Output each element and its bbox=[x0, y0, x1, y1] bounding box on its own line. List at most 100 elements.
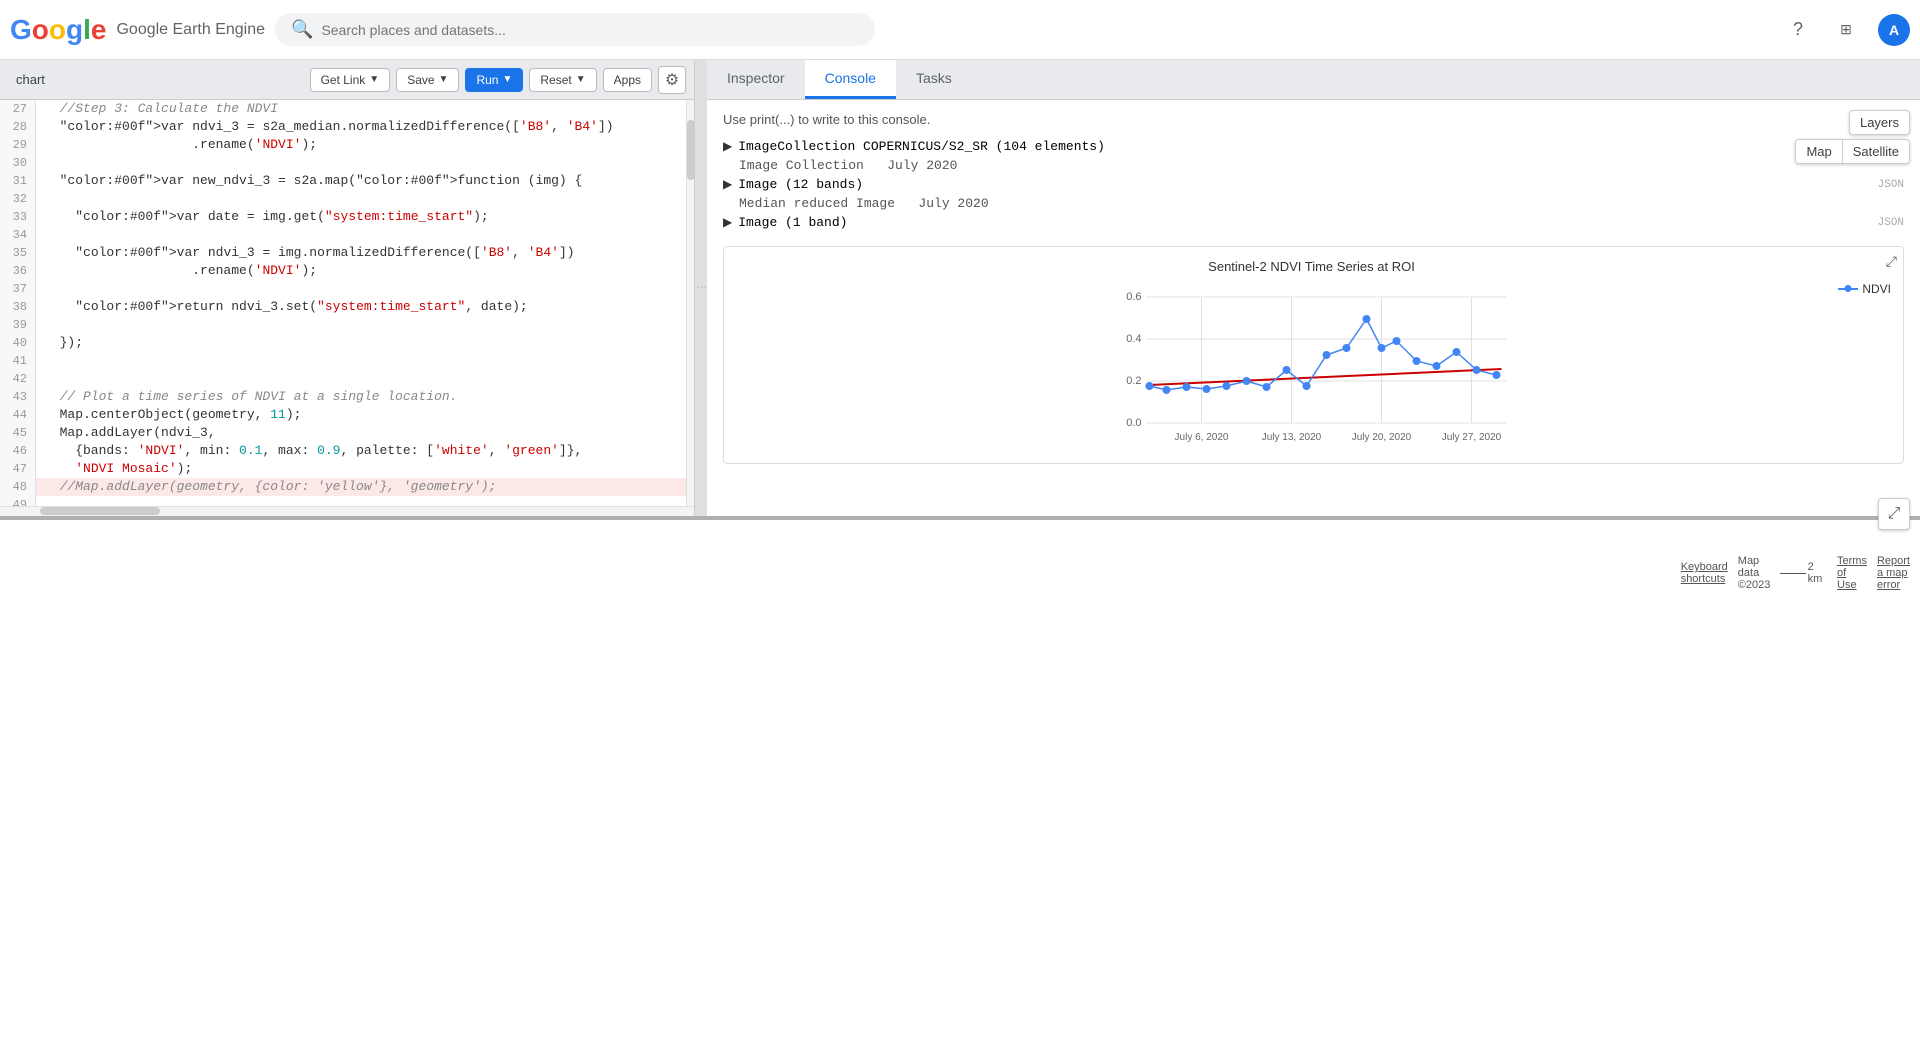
console-item-1[interactable]: ▶ Image (12 bands) JSON bbox=[707, 173, 1920, 196]
line-number: 30 bbox=[0, 154, 36, 172]
map-data-label: Map data ©2023 bbox=[1738, 555, 1771, 591]
get-link-dropdown-icon: ▼ bbox=[369, 74, 379, 85]
code-line-40: 40 }); bbox=[0, 334, 686, 352]
line-content: Map.addLayer(ndvi_3, bbox=[36, 424, 216, 442]
code-line-29: 29 .rename('NDVI'); bbox=[0, 136, 686, 154]
upper-section: chart Get Link ▼ Save ▼ Run ▼ Reset ▼ bbox=[0, 60, 1920, 520]
line-number: 44 bbox=[0, 406, 36, 424]
code-editor[interactable]: 27 //Step 3: Calculate the NDVI28 "color… bbox=[0, 100, 686, 506]
save-button[interactable]: Save ▼ bbox=[396, 68, 459, 92]
code-line-48: 48 //Map.addLayer(geometry, {color: 'yel… bbox=[0, 478, 686, 496]
code-line-38: 38 "color:#00f">return ndvi_3.set("syste… bbox=[0, 298, 686, 316]
line-content: "color:#00f">var date = img.get("system:… bbox=[36, 208, 489, 226]
chart-expand-icon[interactable]: ⤢ bbox=[1886, 253, 1897, 270]
reset-label: Reset bbox=[540, 73, 571, 87]
expand-arrow-0: ▶ bbox=[723, 139, 732, 154]
reset-button[interactable]: Reset ▼ bbox=[529, 68, 596, 92]
svg-text:July 20, 2020: July 20, 2020 bbox=[1352, 432, 1412, 443]
chart-title: Sentinel-2 NDVI Time Series at ROI bbox=[732, 259, 1891, 274]
tab-inspector-label: Inspector bbox=[727, 70, 785, 86]
console-item-0[interactable]: ▶ ImageCollection COPERNICUS/S2_SR (104 … bbox=[707, 135, 1920, 158]
main: chart Get Link ▼ Save ▼ Run ▼ Reset ▼ bbox=[0, 60, 1920, 1055]
logo-area: Google Google Earth Engine bbox=[10, 14, 265, 46]
apps-label: Apps bbox=[614, 73, 641, 87]
line-content bbox=[36, 280, 44, 298]
expand-arrow-1: ▶ bbox=[723, 177, 732, 192]
console-item-0-sub: Image Collection July 2020 bbox=[707, 158, 1920, 173]
code-line-47: 47 'NDVI Mosaic'); bbox=[0, 460, 686, 478]
line-number: 27 bbox=[0, 100, 36, 118]
line-number: 34 bbox=[0, 226, 36, 244]
satellite-view-button[interactable]: Satellite bbox=[1843, 140, 1909, 163]
line-content bbox=[36, 496, 44, 506]
code-horizontal-scrollbar[interactable] bbox=[0, 506, 694, 516]
right-panel: Inspector Console Tasks Use print(...) t… bbox=[707, 60, 1920, 516]
code-scrollbar[interactable] bbox=[686, 100, 694, 506]
svg-text:0.4: 0.4 bbox=[1126, 333, 1141, 345]
tab-tasks[interactable]: Tasks bbox=[896, 60, 972, 99]
report-error-link[interactable]: Report a map error bbox=[1877, 555, 1910, 591]
line-number: 43 bbox=[0, 388, 36, 406]
panel-resize-handle[interactable]: ⋮ bbox=[695, 60, 707, 516]
line-number: 42 bbox=[0, 370, 36, 388]
reset-dropdown-icon: ▼ bbox=[576, 74, 586, 85]
line-content: }); bbox=[36, 334, 83, 352]
line-content: Map.centerObject(geometry, 11); bbox=[36, 406, 301, 424]
search-bar[interactable]: 🔍 bbox=[275, 13, 875, 46]
console-item-1-sub: Median reduced Image July 2020 bbox=[707, 196, 1920, 211]
search-input[interactable] bbox=[321, 22, 859, 38]
google-logo-g: Google bbox=[10, 14, 106, 46]
line-content bbox=[36, 190, 44, 208]
line-content bbox=[36, 370, 44, 388]
map-type-selector: Map Satellite bbox=[1795, 139, 1910, 164]
map-view-button[interactable]: Map bbox=[1796, 140, 1842, 163]
line-number: 35 bbox=[0, 244, 36, 262]
code-line-41: 41 bbox=[0, 352, 686, 370]
code-line-39: 39 bbox=[0, 316, 686, 334]
script-name: chart bbox=[8, 72, 53, 87]
run-button[interactable]: Run ▼ bbox=[465, 68, 523, 92]
help-icon[interactable]: ? bbox=[1782, 14, 1814, 46]
logo-text: Google Earth Engine bbox=[116, 21, 265, 39]
tab-console-label: Console bbox=[825, 70, 876, 86]
keyboard-shortcuts-link[interactable]: Keyboard shortcuts bbox=[1681, 561, 1728, 585]
code-line-44: 44 Map.centerObject(geometry, 11); bbox=[0, 406, 686, 424]
map-type-controls: Layers Map Satellite bbox=[1795, 110, 1910, 164]
get-link-button[interactable]: Get Link ▼ bbox=[310, 68, 391, 92]
expand-arrow-2: ▶ bbox=[723, 215, 732, 230]
account-switcher-icon[interactable]: ⊞ bbox=[1830, 14, 1862, 46]
line-content bbox=[36, 154, 44, 172]
panel-tabs: Inspector Console Tasks bbox=[707, 60, 1920, 100]
layers-button[interactable]: Layers bbox=[1849, 110, 1910, 135]
tab-console[interactable]: Console bbox=[805, 60, 896, 99]
line-number: 39 bbox=[0, 316, 36, 334]
save-label: Save bbox=[407, 73, 434, 87]
line-number: 29 bbox=[0, 136, 36, 154]
code-line-34: 34 bbox=[0, 226, 686, 244]
line-content bbox=[36, 316, 44, 334]
line-number: 28 bbox=[0, 118, 36, 136]
tab-inspector[interactable]: Inspector bbox=[707, 60, 805, 99]
svg-text:July 6, 2020: July 6, 2020 bbox=[1175, 432, 1229, 443]
line-number: 49 bbox=[0, 496, 36, 506]
line-content: .rename('NDVI'); bbox=[36, 136, 317, 154]
terms-of-use-link[interactable]: Terms of Use bbox=[1837, 555, 1867, 591]
line-content: 'NDVI Mosaic'); bbox=[36, 460, 192, 478]
console-item-1-json[interactable]: JSON bbox=[1878, 179, 1904, 191]
line-content: "color:#00f">return ndvi_3.set("system:t… bbox=[36, 298, 528, 316]
settings-gear-button[interactable]: ⚙ bbox=[658, 66, 686, 94]
line-number: 48 bbox=[0, 478, 36, 496]
code-line-49: 49 bbox=[0, 496, 686, 506]
fullscreen-button[interactable]: ⤢ bbox=[1878, 498, 1910, 530]
line-number: 32 bbox=[0, 190, 36, 208]
code-line-45: 45 Map.addLayer(ndvi_3, bbox=[0, 424, 686, 442]
console-item-2-json[interactable]: JSON bbox=[1878, 217, 1904, 229]
search-icon: 🔍 bbox=[291, 19, 313, 40]
avatar[interactable]: A bbox=[1878, 14, 1910, 46]
console-item-1-text: Image (12 bands) bbox=[738, 177, 863, 192]
console-item-2[interactable]: ▶ Image (1 band) JSON bbox=[707, 211, 1920, 234]
apps-button[interactable]: Apps bbox=[603, 68, 652, 92]
console-info-text: Use print(...) to write to this console. bbox=[707, 104, 1920, 135]
console-item-2-text: Image (1 band) bbox=[738, 215, 847, 230]
run-dropdown-icon: ▼ bbox=[502, 74, 512, 85]
